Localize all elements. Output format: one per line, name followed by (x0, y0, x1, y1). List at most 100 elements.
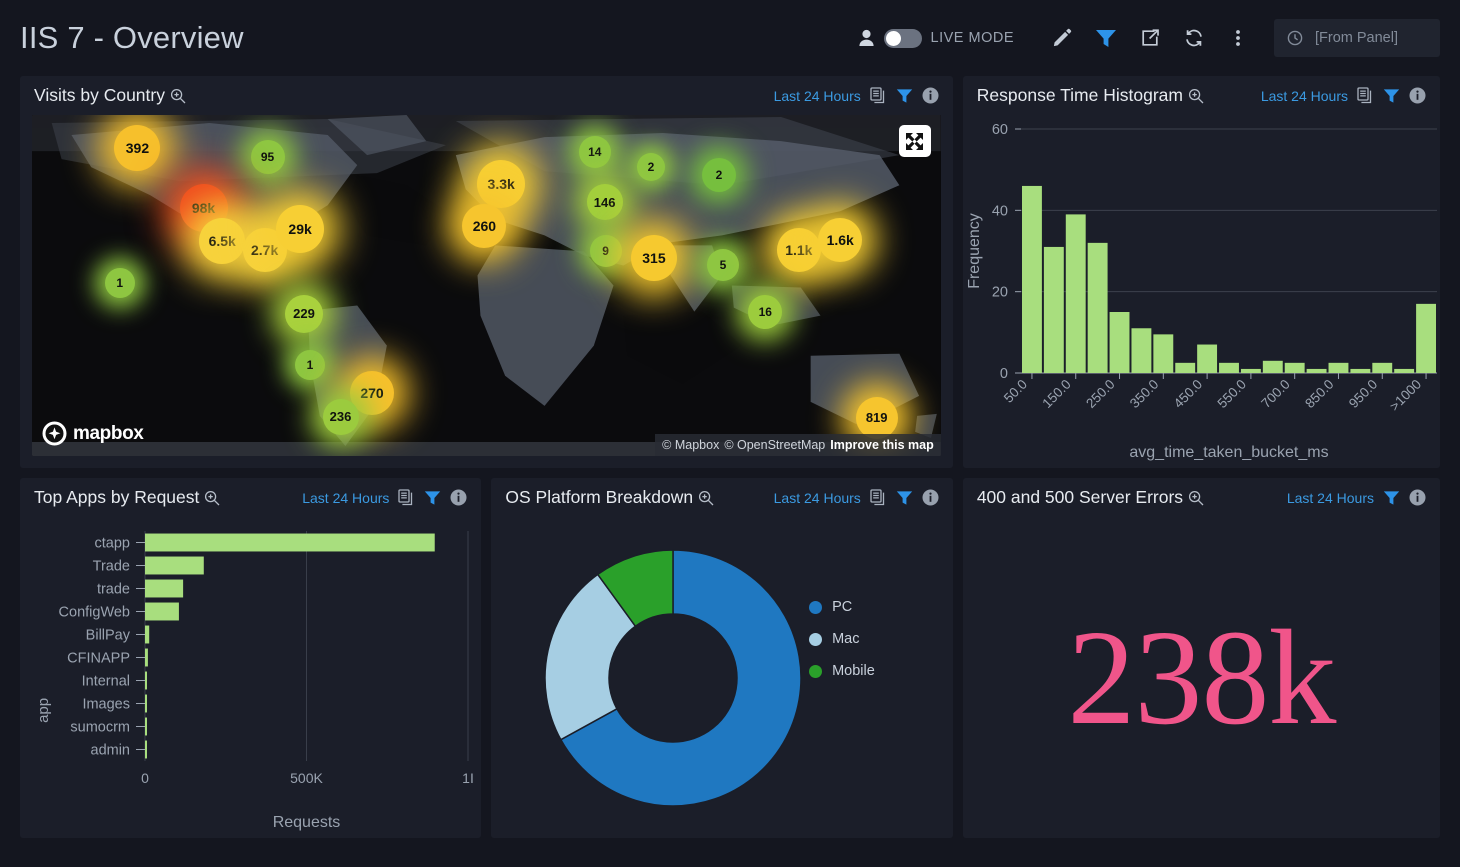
person-icon (856, 27, 878, 49)
histogram-chart[interactable]: 020406050.0150.0250.0350.0450.0550.0700.… (963, 115, 1440, 468)
app-bar (145, 557, 204, 575)
svg-text:550.0: 550.0 (1214, 377, 1249, 412)
time-range-label[interactable]: Last 24 Hours (774, 490, 861, 506)
magnifier-plus-icon[interactable] (698, 490, 714, 506)
map-marker[interactable]: 6.5k (199, 218, 245, 264)
svg-text:350.0: 350.0 (1127, 377, 1162, 412)
clock-icon (1287, 30, 1303, 46)
live-mode-toggle[interactable]: LIVE MODE (884, 29, 1014, 48)
app-bar (145, 649, 148, 667)
live-mode-label: LIVE MODE (931, 30, 1014, 46)
map-marker[interactable]: 14 (579, 136, 611, 168)
magnifier-plus-icon[interactable] (170, 88, 186, 104)
copy-icon[interactable] (1357, 87, 1374, 104)
info-icon[interactable] (922, 489, 939, 506)
map-attribution: © Mapbox © OpenStreetMap Improve this ma… (655, 434, 941, 456)
magnifier-plus-icon[interactable] (204, 490, 220, 506)
legend-item[interactable]: Mac (809, 631, 875, 647)
map-marker[interactable]: 392 (114, 125, 160, 171)
time-range-picker[interactable]: [From Panel] (1274, 19, 1440, 57)
filter-icon[interactable] (1084, 18, 1128, 58)
info-icon[interactable] (1409, 489, 1426, 506)
top-bar: IIS 7 - Overview LIVE MODE (20, 0, 1440, 76)
map-marker[interactable]: 315 (631, 235, 677, 281)
map-marker[interactable]: 2 (702, 158, 736, 192)
donut-chart[interactable]: PC Mac Mobile (491, 517, 952, 838)
svg-text:0: 0 (141, 770, 149, 786)
legend-item[interactable]: Mobile (809, 663, 875, 679)
edit-pencil-icon[interactable] (1040, 18, 1084, 58)
refresh-icon[interactable] (1172, 18, 1216, 58)
panel-header-actions: Last 24 Hours (302, 489, 467, 506)
filter-icon[interactable] (896, 490, 913, 506)
map-marker[interactable]: 95 (251, 140, 285, 174)
map-marker[interactable]: 9 (590, 235, 622, 267)
top-apps-svg: 0500K1IctappTradetradeConfigWebBillPayCF… (20, 517, 481, 835)
share-icon[interactable] (1128, 18, 1172, 58)
filter-icon[interactable] (1383, 490, 1400, 506)
top-apps-chart[interactable]: 0500K1IctappTradetradeConfigWebBillPayCF… (20, 517, 481, 838)
map-marker[interactable]: 16 (748, 295, 782, 329)
info-icon[interactable] (450, 489, 467, 506)
copy-icon[interactable] (870, 489, 887, 506)
map-marker[interactable]: 1 (105, 268, 135, 298)
magnifier-plus-icon[interactable] (1188, 88, 1204, 104)
histogram-bar (1219, 363, 1239, 373)
svg-text:Frequency: Frequency (966, 213, 983, 289)
histogram-bar (1306, 369, 1326, 373)
svg-text:0: 0 (1000, 366, 1008, 382)
map-marker[interactable]: 3.3k (477, 160, 525, 208)
app-bar (145, 695, 147, 713)
svg-text:20: 20 (992, 285, 1008, 301)
more-vertical-icon[interactable] (1216, 18, 1260, 58)
copy-icon[interactable] (398, 489, 415, 506)
map-marker[interactable]: 1.1k (777, 228, 821, 272)
attribution-mapbox[interactable]: © Mapbox (662, 438, 719, 452)
map-marker[interactable]: 819 (856, 397, 898, 439)
histogram-bar (1022, 186, 1042, 373)
time-range-label[interactable]: Last 24 Hours (774, 88, 861, 104)
histogram-bar (1263, 361, 1283, 373)
map-marker[interactable]: 2 (637, 153, 665, 181)
filter-icon[interactable] (896, 88, 913, 104)
legend-color-dot (809, 665, 822, 678)
filter-icon[interactable] (424, 490, 441, 506)
map-marker[interactable]: 229 (285, 295, 323, 333)
time-range-label[interactable]: Last 24 Hours (1261, 88, 1348, 104)
map-marker[interactable]: 236 (323, 399, 359, 435)
legend-label: PC (832, 599, 852, 615)
mapbox-logo: mapbox (42, 421, 143, 446)
legend-item[interactable]: PC (809, 599, 875, 615)
fullscreen-icon[interactable] (899, 125, 931, 157)
magnifier-plus-icon[interactable] (1188, 490, 1204, 506)
time-range-value: [From Panel] (1315, 30, 1398, 46)
svg-text:app: app (35, 698, 52, 723)
time-range-label[interactable]: Last 24 Hours (1287, 490, 1374, 506)
filter-icon[interactable] (1383, 88, 1400, 104)
copy-icon[interactable] (870, 87, 887, 104)
app-bar (145, 718, 147, 736)
map-marker[interactable]: 146 (587, 184, 623, 220)
svg-text:CFINAPP: CFINAPP (67, 651, 130, 667)
map-canvas[interactable]: 3929598k6.5k2.7k29k122912702363.3k260142… (32, 115, 941, 456)
panel-title: Response Time Histogram (977, 85, 1183, 106)
panel-top-apps-by-request: Top Apps by Request Last 24 Hours (20, 478, 481, 838)
histogram-bar (1175, 363, 1195, 373)
map-marker[interactable]: 260 (462, 204, 506, 248)
map-marker[interactable]: 1.6k (818, 218, 862, 262)
attribution-osm[interactable]: © OpenStreetMap (724, 438, 825, 452)
map-marker[interactable]: 1 (295, 350, 325, 380)
info-icon[interactable] (922, 87, 939, 104)
app-bar (145, 741, 147, 759)
live-mode-switch[interactable] (884, 29, 922, 48)
improve-this-map-link[interactable]: Improve this map (830, 438, 934, 452)
info-icon[interactable] (1409, 87, 1426, 104)
map-marker[interactable]: 29k (276, 205, 324, 253)
map-marker[interactable]: 5 (707, 249, 739, 281)
svg-text:ConfigWeb: ConfigWeb (59, 605, 130, 621)
time-range-label[interactable]: Last 24 Hours (302, 490, 389, 506)
panel-header-actions: Last 24 Hours (774, 87, 939, 104)
svg-text:>1000: >1000 (1387, 377, 1424, 414)
panel-title: Visits by Country (34, 85, 165, 106)
toggle-knob (886, 31, 901, 46)
